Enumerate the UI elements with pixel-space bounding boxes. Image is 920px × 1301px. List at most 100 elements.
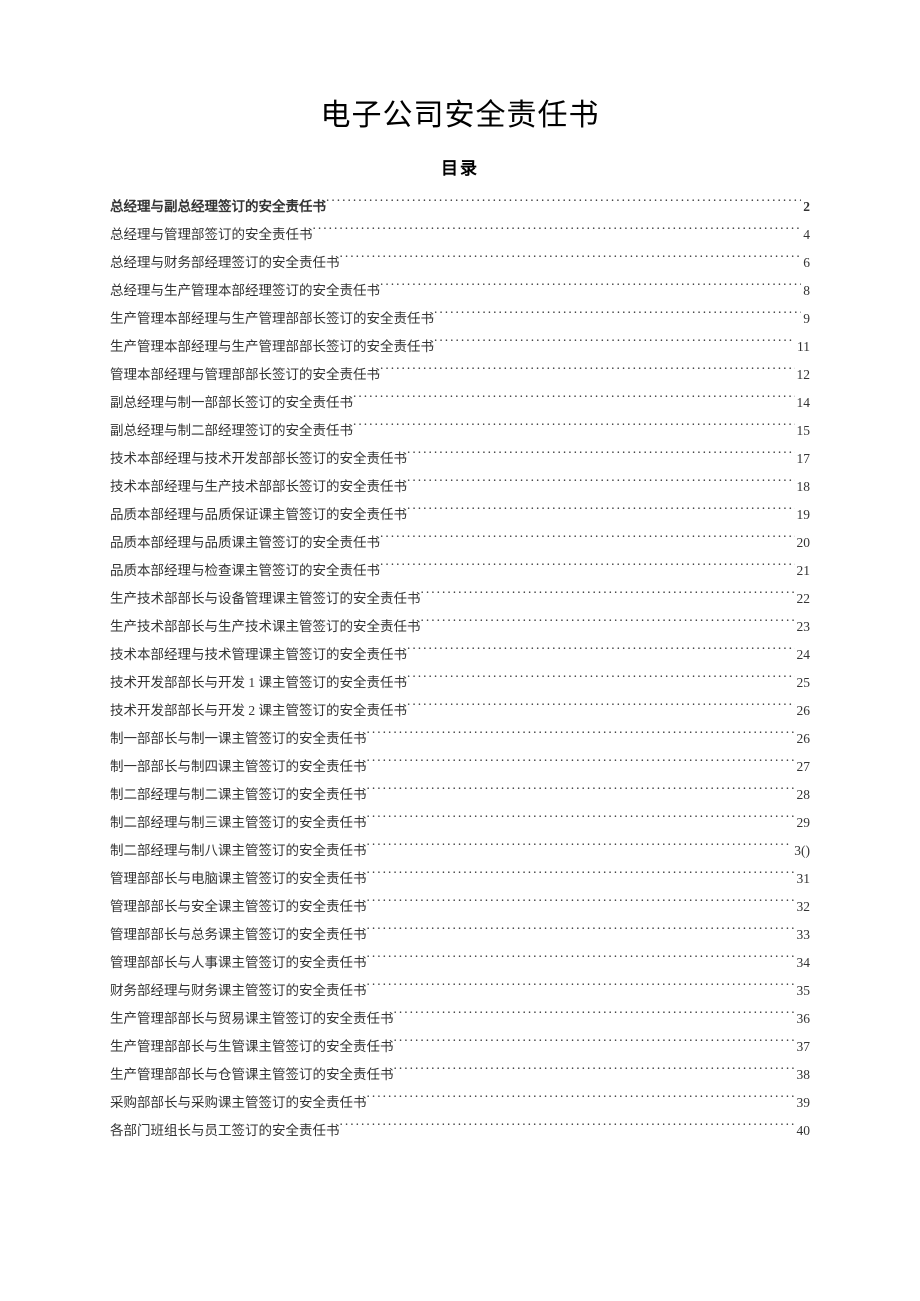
toc-entry-label: 技术本部经理与技术管理课主管签订的安全责任书 (110, 641, 407, 669)
toc-entry-page: 35 (795, 977, 811, 1005)
toc-leader-dots (421, 590, 795, 604)
toc-entry-page: 4 (801, 221, 810, 249)
toc-leader-dots (407, 702, 795, 716)
toc-leader-dots (340, 254, 802, 268)
toc-row: 技术开发部部长与开发 1 课主管签订的安全责任书 25 (110, 669, 810, 697)
toc-row: 制一部部长与制四课主管签订的安全责任书27 (110, 753, 810, 781)
toc-entry-page: 32 (795, 893, 811, 921)
toc-leader-dots (394, 1066, 795, 1080)
toc-row: 生产管理本部经理与生产管理部部长签订的安全责任书9 (110, 305, 810, 333)
toc-entry-page: 26 (795, 725, 811, 753)
toc-leader-dots (367, 982, 795, 996)
toc-entry-page: 25 (795, 669, 811, 697)
toc-leader-dots (367, 926, 795, 940)
toc-entry-page: 15 (795, 417, 811, 445)
toc-entry-label: 总经理与副总经理签订的安全责任书 (110, 193, 326, 221)
toc-entry-label: 技术本部经理与技术开发部部长签订的安全责任书 (110, 445, 407, 473)
toc-leader-dots (407, 674, 795, 688)
toc-leader-dots (367, 786, 795, 800)
toc-entry-label: 制二部经理与制二课主管签订的安全责任书 (110, 781, 367, 809)
toc-entry-label: 生产管理本部经理与生产管理部部长签订的安全责任书 (110, 333, 434, 361)
toc-entry-label: 管理部部长与安全课主管签订的安全责任书 (110, 893, 367, 921)
toc-entry-label: 采购部部长与采购课主管签订的安全责任书 (110, 1089, 367, 1117)
toc-entry-label: 副总经理与制一部部长签订的安全责任书 (110, 389, 353, 417)
toc-row: 总经理与管理部签订的安全责任书 4 (110, 221, 810, 249)
toc-leader-dots (340, 1122, 795, 1136)
toc-leader-dots (367, 954, 795, 968)
toc-leader-dots (326, 198, 801, 212)
toc-row: 管理部部长与总务课主管签订的安全责任书 33 (110, 921, 810, 949)
toc-entry-label: 技术开发部部长与开发 1 课主管签订的安全责任书 (110, 669, 407, 697)
toc-entry-page: 31 (795, 865, 811, 893)
toc-leader-dots (353, 422, 795, 436)
toc-row: 生产管理部部长与贸易课主管签订的安全责任书 36 (110, 1005, 810, 1033)
toc-entry-page: 36 (795, 1005, 811, 1033)
toc-row: 总经理与副总经理签订的安全责任书2 (110, 193, 810, 221)
toc-leader-dots (407, 478, 795, 492)
toc-entry-label: 生产管理部部长与仓管课主管签订的安全责任书 (110, 1061, 394, 1089)
toc-entry-page: 33 (795, 921, 811, 949)
toc-leader-dots (380, 366, 795, 380)
toc-row: 技术本部经理与生产技术部部长签订的安全责任书18 (110, 473, 810, 501)
toc-entry-label: 制二部经理与制三课主管签订的安全责任书 (110, 809, 367, 837)
toc-entry-label: 技术开发部部长与开发 2 课主管签订的安全责任书 (110, 697, 407, 725)
toc-entry-label: 生产技术部部长与设备管理课主管签订的安全责任书 (110, 585, 421, 613)
toc-entry-page: 8 (801, 277, 810, 305)
toc-row: 品质本部经理与检查课主管签订的安全责任书 21 (110, 557, 810, 585)
toc-entry-label: 总经理与管理部签订的安全责任书 (110, 221, 313, 249)
toc-leader-dots (434, 338, 795, 352)
toc-entry-page: 11 (795, 333, 810, 361)
toc-leader-dots (421, 618, 795, 632)
toc-entry-label: 管理本部经理与管理部部长签订的安全责任书 (110, 361, 380, 389)
toc-leader-dots (380, 534, 795, 548)
toc-entry-label: 管理部部长与总务课主管签订的安全责任书 (110, 921, 367, 949)
toc-row: 副总经理与制一部部长签订的安全责任书14 (110, 389, 810, 417)
toc-leader-dots (394, 1010, 795, 1024)
toc-entry-page: 38 (795, 1061, 811, 1089)
toc-entry-page: 26 (795, 697, 811, 725)
toc-row: 生产管理部部长与生管课主管签订的安全责任书 37 (110, 1033, 810, 1061)
toc-entry-label: 总经理与财务部经理签订的安全责任书 (110, 249, 340, 277)
toc-entry-label: 品质本部经理与品质课主管签订的安全责任书 (110, 529, 380, 557)
toc-entry-page: 18 (795, 473, 811, 501)
toc-entry-page: 24 (795, 641, 811, 669)
toc-row: 副总经理与制二部经理签订的安全责任书 15 (110, 417, 810, 445)
toc-entry-label: 品质本部经理与检查课主管签订的安全责任书 (110, 557, 380, 585)
toc-entry-page: 29 (795, 809, 811, 837)
toc-leader-dots (407, 450, 795, 464)
toc-leader-dots (407, 646, 795, 660)
toc-leader-dots (407, 506, 795, 520)
toc-row: 制一部部长与制一课主管签订的安全责任书 26 (110, 725, 810, 753)
toc-leader-dots (380, 282, 801, 296)
toc-entry-label: 生产管理部部长与贸易课主管签订的安全责任书 (110, 1005, 394, 1033)
toc-entry-page: 20 (795, 529, 811, 557)
toc-leader-dots (367, 1094, 795, 1108)
toc-leader-dots (313, 226, 802, 240)
toc-entry-page: 27 (795, 753, 811, 781)
document-page: 电子公司安全责任书 目录 总经理与副总经理签订的安全责任书2总经理与管理部签订的… (0, 0, 920, 1245)
toc-entry-label: 生产管理本部经理与生产管理部部长签订的安全责任书 (110, 305, 434, 333)
toc-entry-page: 12 (795, 361, 811, 389)
toc-leader-dots (367, 870, 795, 884)
toc-row: 技术开发部部长与开发 2 课主管签订的安全责任书 26 (110, 697, 810, 725)
toc-entry-label: 制二部经理与制八课主管签订的安全责任书 (110, 837, 367, 865)
document-title: 电子公司安全责任书 (110, 90, 810, 134)
toc-row: 管理部部长与电脑课主管签订的安全责任书 31 (110, 865, 810, 893)
toc-row: 总经理与财务部经理签订的安全责任书6 (110, 249, 810, 277)
toc-entry-label: 副总经理与制二部经理签订的安全责任书 (110, 417, 353, 445)
toc-leader-dots (394, 1038, 795, 1052)
toc-row: 各部门班组长与员工签订的安全责任书40 (110, 1117, 810, 1145)
toc-row: 生产技术部部长与设备管理课主管签订的安全责任书22 (110, 585, 810, 613)
toc-entry-label: 生产管理部部长与生管课主管签订的安全责任书 (110, 1033, 394, 1061)
toc-entry-label: 制一部部长与制一课主管签订的安全责任书 (110, 725, 367, 753)
toc-row: 总经理与生产管理本部经理签订的安全责任书8 (110, 277, 810, 305)
toc-entry-label: 品质本部经理与品质保证课主管签订的安全责任书 (110, 501, 407, 529)
toc-entry-page: 34 (795, 949, 811, 977)
toc-entry-page: 19 (795, 501, 811, 529)
toc-entry-label: 管理部部长与电脑课主管签订的安全责任书 (110, 865, 367, 893)
toc-leader-dots (434, 310, 801, 324)
toc-entry-page: 28 (795, 781, 811, 809)
toc-entry-page: 3() (792, 837, 810, 865)
toc-entry-page: 21 (795, 557, 811, 585)
toc-entry-page: 37 (795, 1033, 811, 1061)
